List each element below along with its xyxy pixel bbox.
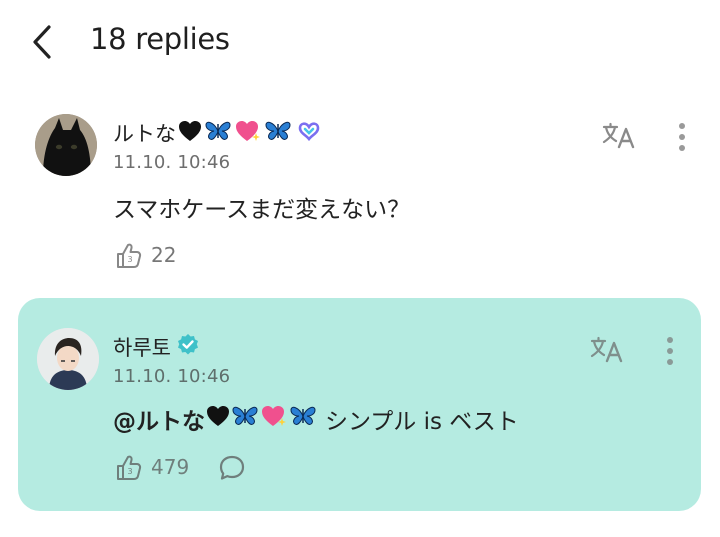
more-options-button[interactable] bbox=[656, 332, 684, 370]
more-vertical-icon bbox=[679, 123, 685, 151]
more-options-button[interactable] bbox=[668, 118, 696, 156]
translate-button[interactable] bbox=[588, 332, 626, 366]
comment-text: スマホケースまだ変えない？ bbox=[113, 197, 411, 223]
comment-timestamp: 11.10. 10:46 bbox=[113, 152, 231, 173]
like-button[interactable]: 3 22 bbox=[113, 241, 176, 269]
author-name: ルトな bbox=[113, 122, 176, 146]
mention-name: @ルトな bbox=[113, 409, 205, 435]
translate-button[interactable] bbox=[600, 118, 638, 152]
svg-text:3: 3 bbox=[128, 255, 133, 264]
comment-bubble-icon bbox=[219, 455, 245, 480]
like-icon: 3 bbox=[117, 243, 142, 268]
highlighted-reply: 하루토 11.10. 10:46 @ルトな シンプル is ベスト 3 479 bbox=[18, 298, 701, 511]
verified-badge-icon bbox=[176, 333, 200, 362]
profile-photo-image bbox=[37, 328, 99, 390]
thread-screen: 18 replies ルトな 11.10. 10:46 スマホケースまだ変えない… bbox=[0, 0, 720, 537]
butterfly-icon bbox=[289, 405, 317, 433]
more-vertical-icon bbox=[667, 337, 673, 365]
mention-link[interactable]: @ルトな bbox=[113, 402, 317, 436]
sparkling-heart-icon bbox=[260, 404, 288, 434]
comment-text: @ルトな シンプル is ベスト bbox=[113, 402, 519, 436]
black-heart-icon bbox=[206, 405, 230, 433]
translate-icon bbox=[590, 336, 623, 363]
like-count: 22 bbox=[151, 243, 177, 267]
svg-text:3: 3 bbox=[128, 467, 133, 476]
like-button[interactable]: 3 479 bbox=[113, 453, 189, 481]
black-heart-icon bbox=[178, 120, 202, 147]
butterfly-icon bbox=[264, 120, 292, 147]
like-icon: 3 bbox=[117, 455, 142, 480]
comment-item: ルトな 11.10. 10:46 スマホケースまだ変えない？ 3 22 bbox=[0, 0, 720, 290]
butterfly-icon bbox=[204, 120, 232, 147]
reply-button[interactable] bbox=[216, 453, 248, 483]
avatar[interactable] bbox=[37, 328, 99, 390]
reply-body: シンプル is ベスト bbox=[325, 409, 519, 435]
translate-icon bbox=[602, 122, 635, 149]
butterfly-icon bbox=[231, 405, 259, 433]
comment-author[interactable]: 하루토 bbox=[113, 332, 200, 362]
comment-timestamp: 11.10. 10:46 bbox=[113, 366, 231, 387]
like-count: 479 bbox=[151, 455, 190, 479]
cat-avatar-image bbox=[35, 114, 97, 176]
weverse-badge-icon bbox=[296, 120, 322, 147]
avatar[interactable] bbox=[35, 114, 97, 176]
author-name: 하루토 bbox=[113, 336, 171, 360]
sparkling-heart-icon bbox=[234, 119, 262, 148]
comment-author[interactable]: ルトな bbox=[113, 118, 322, 148]
